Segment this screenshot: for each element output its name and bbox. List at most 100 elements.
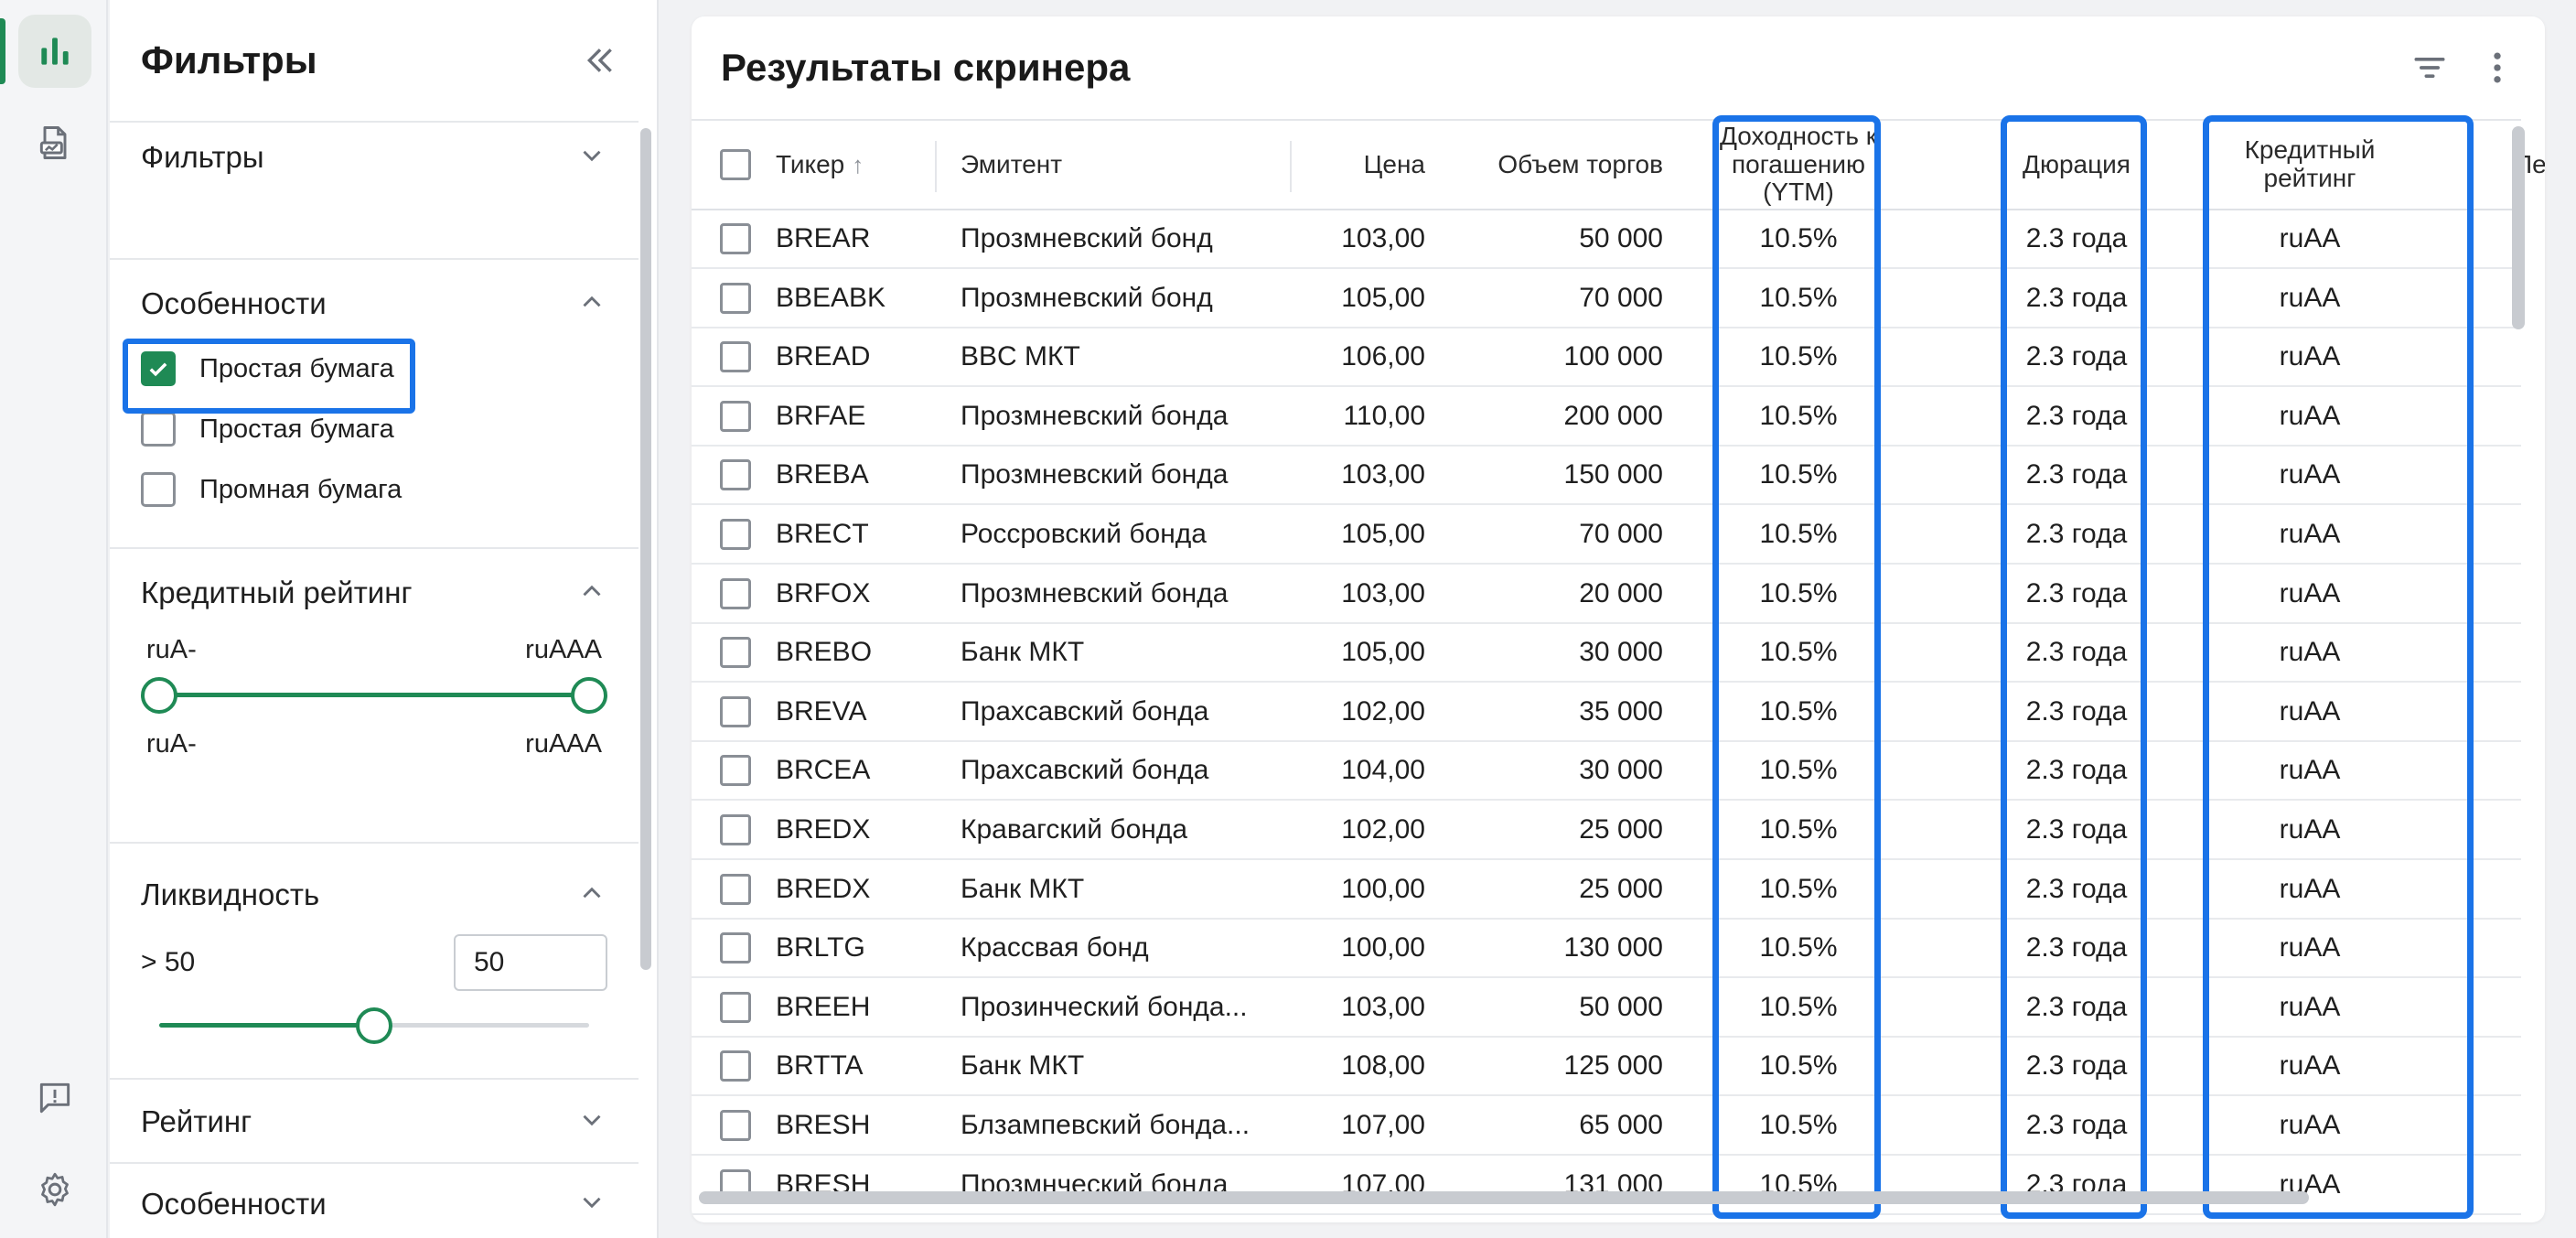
table-row[interactable]: BREBO Банк МКТ 105,00 30 000 10.5% 2.3 года ru…	[692, 624, 2521, 684]
settings-button[interactable]	[18, 1153, 91, 1226]
row-checkbox-cell[interactable]	[717, 684, 754, 740]
row-checkbox-cell[interactable]	[717, 920, 754, 976]
select-all-checkbox-cell[interactable]	[717, 121, 754, 209]
table-row[interactable]: BRFAE Прозмневский бонда 110,00 200 000 10.5…	[692, 388, 2521, 447]
checkbox[interactable]	[141, 472, 176, 507]
checkbox[interactable]	[720, 341, 751, 373]
collapse-panel-button[interactable]	[574, 35, 626, 86]
row-checkbox-cell[interactable]	[717, 328, 754, 385]
cell-rating: ruAA	[2279, 637, 2341, 668]
liquidity-label: > 50	[141, 947, 196, 977]
checkbox[interactable]	[720, 282, 751, 314]
table-row[interactable]: BRTTA Банк МКТ 108,00 125 000 10.5% 2.3 года r…	[692, 1038, 2521, 1097]
checkbox[interactable]	[720, 637, 751, 669]
table-row[interactable]: BRESH Блзампевский бонда... 107,00 65 000 10…	[692, 1097, 2521, 1156]
section-features-2-toggle[interactable]: Особенности	[141, 1169, 607, 1238]
row-checkbox-cell[interactable]	[717, 1097, 754, 1154]
more-vert-icon[interactable]	[2477, 48, 2517, 88]
checkbox[interactable]	[720, 459, 751, 491]
table-row[interactable]: BREAD BBC МКТ 106,00 100 000 10.5% 2.3 года ru…	[692, 328, 2521, 388]
slider-thumb-min[interactable]	[141, 677, 177, 714]
liquidity-slider[interactable]	[141, 996, 607, 1054]
cell-volume: 150 000	[1563, 459, 1663, 490]
row-checkbox-cell[interactable]	[717, 270, 754, 327]
column-rating[interactable]: Кредитный рейтинг	[2206, 121, 2413, 209]
table-row[interactable]: BRCEA Прахсавский бонда 104,00 30 000 10.5% 2…	[692, 742, 2521, 802]
column-volume[interactable]: Объем торгов	[1447, 121, 1663, 209]
cell-rating: ruAA	[2279, 1050, 2341, 1082]
filters-scrollbar[interactable]	[640, 128, 651, 970]
cell-ytm: 10.5%	[1759, 459, 1838, 490]
checkbox[interactable]	[720, 991, 751, 1023]
checkbox[interactable]	[720, 932, 751, 964]
slider-thumb[interactable]	[356, 1007, 392, 1044]
checkbox[interactable]	[720, 755, 751, 787]
row-checkbox-cell[interactable]	[717, 565, 754, 622]
row-checkbox-cell[interactable]	[717, 742, 754, 799]
liquidity-input[interactable]: 50	[454, 934, 607, 991]
feature-option-1[interactable]: Простая бумага	[141, 339, 607, 399]
row-checkbox-cell[interactable]	[717, 979, 754, 1036]
table-row[interactable]: BRECT Россровский бонда 105,00 70 000 10.5% 2…	[692, 506, 2521, 565]
cell-volume: 70 000	[1579, 519, 1663, 549]
column-ticker[interactable]: Тикер ↑	[776, 121, 931, 209]
feedback-button[interactable]	[18, 1061, 91, 1135]
row-checkbox-cell[interactable]	[717, 1038, 754, 1094]
cell-issuer: Кравагский бонда	[961, 814, 1188, 845]
table-row[interactable]: BRLTG Крассвая бонд 100,00 130 000 10.5% 2.3 …	[692, 920, 2521, 979]
row-checkbox-cell[interactable]	[717, 388, 754, 445]
cell-price: 100,00	[1341, 873, 1425, 904]
section-rating-toggle[interactable]: Рейтинг	[141, 1087, 607, 1157]
filter-icon[interactable]	[2410, 48, 2450, 88]
checkbox[interactable]	[720, 1050, 751, 1082]
checkbox[interactable]	[720, 149, 751, 180]
table-row[interactable]: BREEH Прозинческий бонда... 103,00 50 000 10…	[692, 979, 2521, 1038]
row-checkbox-cell[interactable]	[717, 861, 754, 918]
table-row[interactable]: BREVA Прахсавский бонда 102,00 35 000 10.5% 2…	[692, 684, 2521, 742]
reports-nav-button[interactable]	[18, 106, 91, 179]
row-checkbox-cell[interactable]	[717, 1157, 754, 1213]
analytics-nav-button[interactable]	[0, 15, 91, 88]
table-row[interactable]: BRFOX Прозмневский бонда 103,00 20 000 10.5%…	[692, 565, 2521, 624]
row-checkbox-cell[interactable]	[717, 802, 754, 858]
checkbox[interactable]	[720, 1110, 751, 1141]
credit-range-bottom-labels: ruA- ruAAA	[141, 729, 607, 759]
table-row[interactable]: BBEABK Прозмневский бонд 105,00 70 000 10.5%…	[692, 270, 2521, 328]
slider-thumb-max[interactable]	[571, 677, 607, 714]
section-features-toggle[interactable]: Особенности	[141, 269, 607, 339]
cell-price: 105,00	[1341, 637, 1425, 668]
table-row[interactable]: BREAR Прозмневский бонд 103,00 50 000 10.5% 2…	[692, 210, 2521, 269]
table-horizontal-scrollbar[interactable]	[699, 1191, 2309, 1204]
section-filters-toggle[interactable]: Фильтры	[141, 123, 607, 192]
table-row[interactable]: BREDX Банк МКТ 100,00 25 000 10.5% 2.3 года ru…	[692, 861, 2521, 920]
column-issuer[interactable]: Эмитент	[961, 121, 1272, 209]
table-row[interactable]: BRESH Прозмнческий бонда 107,00 131 000 10.5…	[692, 1157, 2521, 1215]
feature-option-2[interactable]: Простая бумага	[141, 399, 607, 459]
checkbox[interactable]	[720, 400, 751, 432]
column-ytm[interactable]: Доходность к погашению (YTM)	[1714, 121, 1883, 209]
checkbox[interactable]	[720, 577, 751, 609]
cell-price: 107,00	[1341, 1110, 1425, 1140]
checkbox[interactable]	[720, 695, 751, 727]
checkbox[interactable]	[720, 223, 751, 254]
table-vertical-scrollbar[interactable]	[2512, 126, 2525, 329]
row-checkbox-cell[interactable]	[717, 624, 754, 681]
section-credit-toggle[interactable]: Кредитный рейтинг	[141, 558, 607, 628]
column-price[interactable]: Цена	[1295, 121, 1425, 209]
row-checkbox-cell[interactable]	[717, 447, 754, 503]
checkbox[interactable]	[141, 412, 176, 447]
section-liquidity-toggle[interactable]: Ликвидность	[141, 860, 607, 930]
table-row[interactable]: BREDX Кравагский бонда 102,00 25 000 10.5% 2.…	[692, 802, 2521, 860]
row-checkbox-cell[interactable]	[717, 506, 754, 563]
table-row[interactable]: BREBA Прозмневский бонда 103,00 150 000 10.5…	[692, 447, 2521, 506]
cell-rating: ruAA	[2279, 695, 2341, 727]
cell-price: 106,00	[1341, 341, 1425, 372]
column-duration[interactable]: Дюрация	[2003, 121, 2150, 209]
checkbox[interactable]	[720, 519, 751, 550]
checkbox-checked[interactable]	[141, 351, 176, 386]
row-checkbox-cell[interactable]	[717, 210, 754, 267]
credit-range-slider[interactable]	[141, 665, 607, 724]
feature-option-3[interactable]: Промная бумага	[141, 459, 607, 520]
checkbox[interactable]	[720, 814, 751, 845]
checkbox[interactable]	[720, 873, 751, 905]
